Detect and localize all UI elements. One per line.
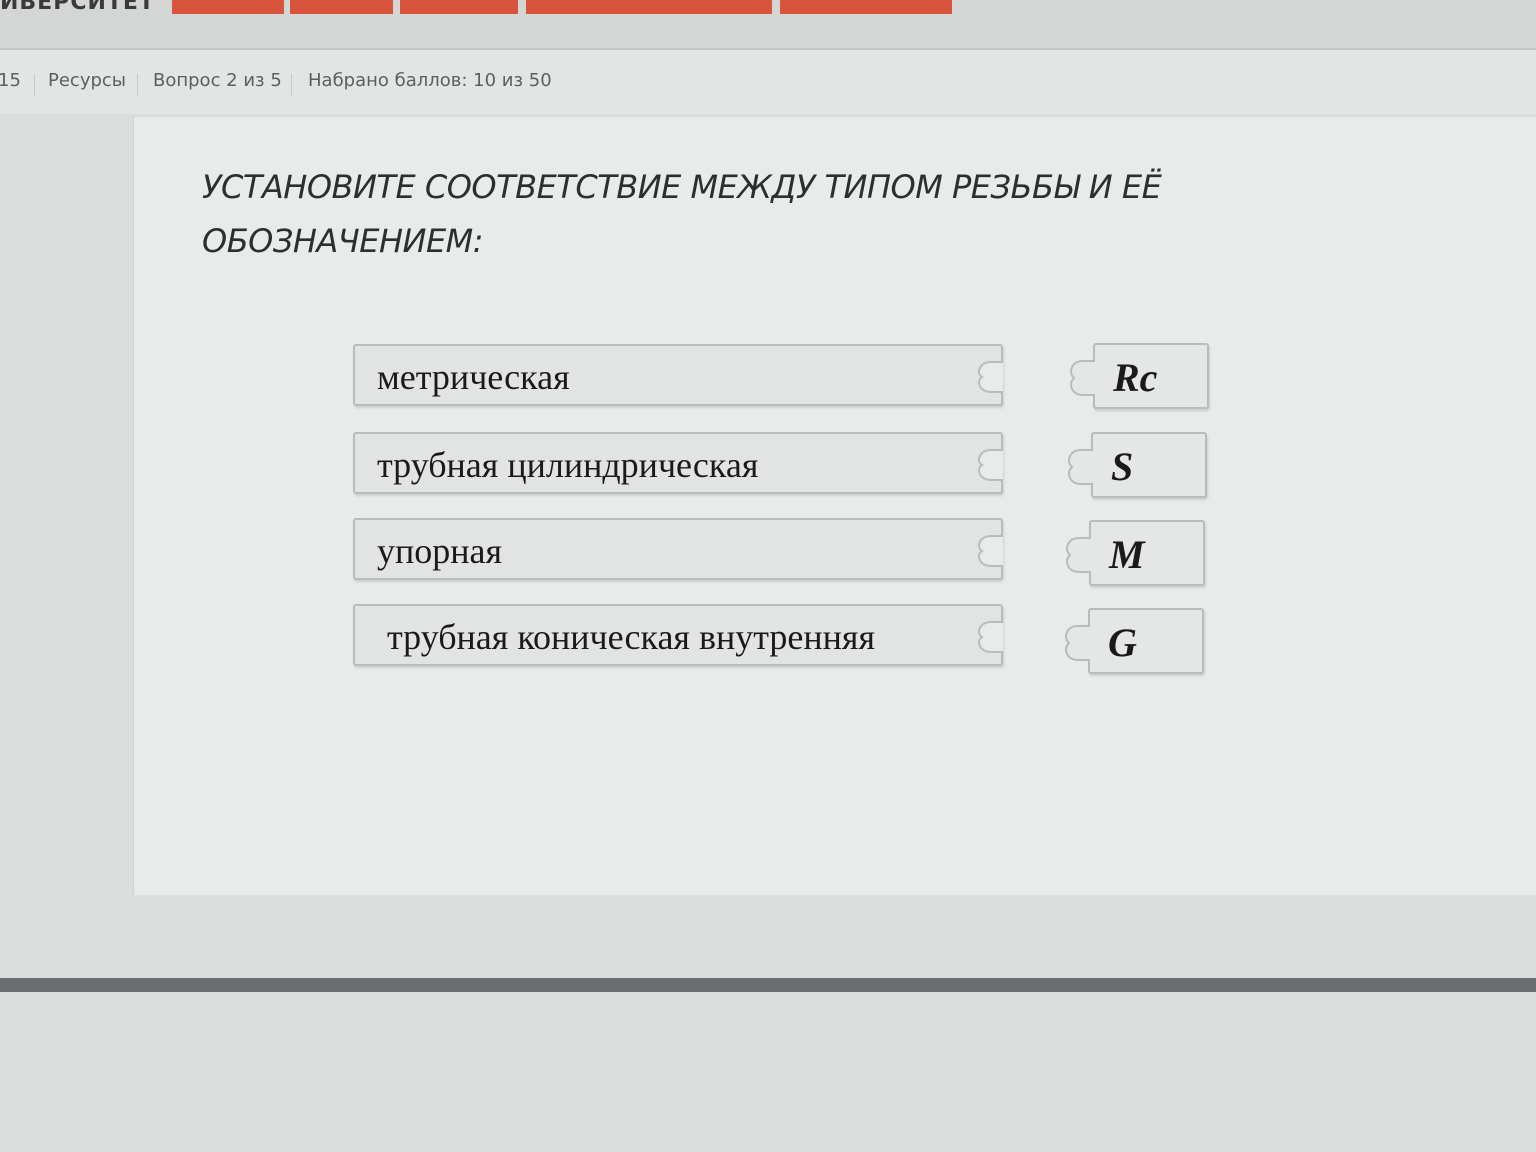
question-line-1: УСТАНОВИТЕ СООТВЕТСТВИЕ МЕЖДУ ТИПОМ РЕЗЬ… [202,168,1162,206]
match-left-label: трубная цилиндрическая [377,445,759,485]
match-right-item-4[interactable]: G [1064,608,1204,674]
info-divider [137,74,138,96]
question-line-2: ОБОЗНАЧЕНИЕМ: [202,222,484,260]
match-left-label: трубная коническая внутренняя [387,617,876,657]
match-left-item-4[interactable]: трубная коническая внутренняя [353,604,1003,666]
match-right-item-1[interactable]: Rc [1069,343,1209,409]
puzzle-socket-icon [977,361,1003,393]
puzzle-knob-icon [1064,625,1090,661]
question-counter: Вопрос 2 из 5 [153,70,282,91]
match-left-item-3[interactable]: упорная [353,518,1003,580]
site-header: ИВЕРСИТЕТ [0,0,1536,51]
footer-area [0,992,1536,1152]
nav-tab-4[interactable] [526,0,772,14]
match-right-item-2[interactable]: S [1067,432,1207,498]
nav-tab-2[interactable] [290,0,393,14]
info-divider [291,74,292,96]
puzzle-knob-icon [1069,360,1095,396]
info-divider [34,74,35,96]
puzzle-knob-icon [1065,537,1091,573]
puzzle-socket-icon [977,535,1003,567]
match-left-label: упорная [377,531,503,571]
question-title: УСТАНОВИТЕ СООТВЕТСТВИЕ МЕЖДУ ТИПОМ РЕЗЬ… [202,160,1202,268]
match-left-label: метрическая [377,357,570,397]
puzzle-socket-icon [977,449,1003,481]
match-right-label: Rc [1113,355,1158,400]
match-left-item-1[interactable]: метрическая [353,344,1003,406]
match-right-label: G [1108,620,1137,665]
match-right-label: M [1109,532,1145,577]
nav-tab-5[interactable] [780,0,952,14]
nav-tab-3[interactable] [400,0,518,14]
resources-link[interactable]: Ресурсы [48,70,126,91]
site-brand-text: ИВЕРСИТЕТ [0,0,155,15]
score-display: Набрано баллов: 10 из 50 [308,70,552,91]
match-left-item-2[interactable]: трубная цилиндрическая [353,432,1003,494]
nav-tab-1[interactable] [172,0,284,14]
puzzle-socket-icon [977,621,1003,653]
match-right-item-3[interactable]: M [1065,520,1205,586]
puzzle-knob-icon [1067,449,1093,485]
bottom-divider [0,978,1536,992]
info-left-fragment: 15 [0,70,21,91]
match-right-label: S [1111,444,1134,489]
